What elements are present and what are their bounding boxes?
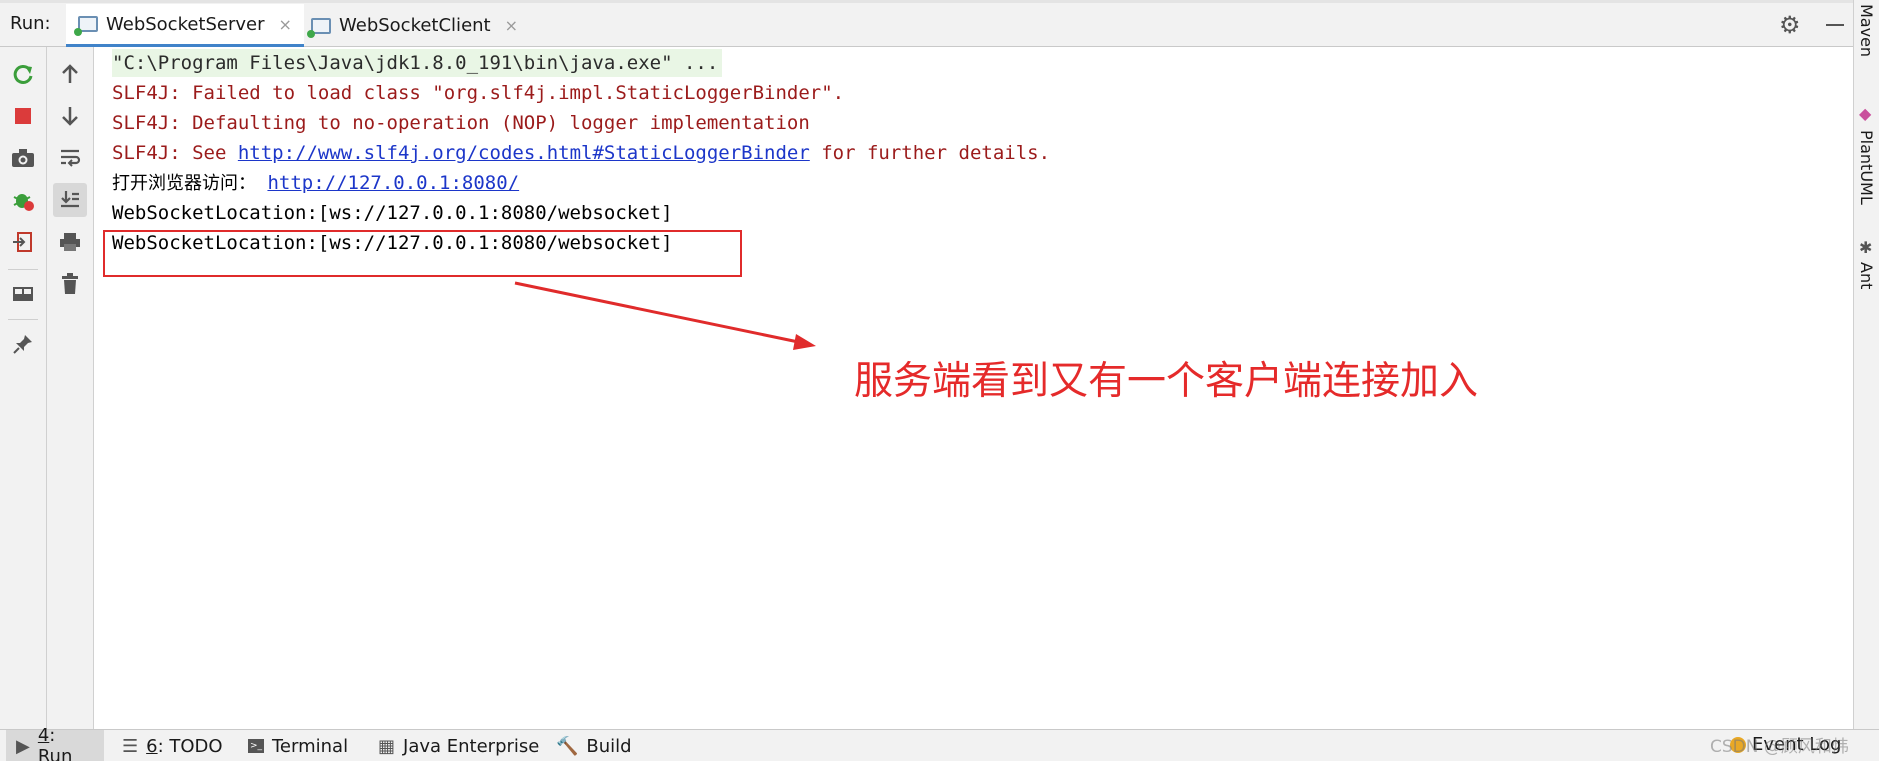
right-tool-strip: Maven ◆ PlantUML ✱ Ant (1853, 0, 1879, 729)
tab-ant[interactable]: Ant (1857, 262, 1876, 289)
bottom-tab-terminal[interactable]: >_ Terminal (238, 730, 358, 761)
tab-label: Java Enterprise (403, 735, 540, 757)
bottom-tool-bar: ▶ 4: Run ☰ 6: TODO >_ Terminal ▦ Java En… (0, 725, 1879, 761)
terminal-icon: >_ (248, 739, 264, 753)
tab-plantuml[interactable]: PlantUML (1857, 130, 1876, 205)
bottom-tab-todo[interactable]: ☰ 6: TODO (112, 730, 233, 761)
tab-maven[interactable]: Maven (1857, 4, 1876, 57)
tab-label: Terminal (272, 735, 349, 757)
watermark: CSDN @顾风和炜 (1710, 737, 1849, 757)
bottom-tab-build[interactable]: 🔨 Build (546, 730, 642, 761)
run-icon: ▶ (16, 735, 30, 757)
todo-icon: ☰ (122, 735, 139, 757)
bottom-tab-java-enterprise[interactable]: ▦ Java Enterprise (368, 730, 549, 761)
bottom-tab-run[interactable]: ▶ 4: Run (6, 725, 104, 761)
build-icon: 🔨 (556, 735, 579, 757)
ant-icon: ✱ (1859, 238, 1873, 257)
plantuml-icon: ◆ (1859, 104, 1872, 123)
annotation-text: 服务端看到又有一个客户端连接加入 (854, 359, 1479, 404)
tab-label: 4: Run (37, 725, 73, 761)
ide-run-window: Run: WebSocketServer × WebSocketClient ×… (0, 0, 1879, 761)
java-enterprise-icon: ▦ (378, 735, 396, 757)
tab-label: Build (586, 735, 632, 757)
tab-label: 6: TODO (146, 735, 223, 757)
